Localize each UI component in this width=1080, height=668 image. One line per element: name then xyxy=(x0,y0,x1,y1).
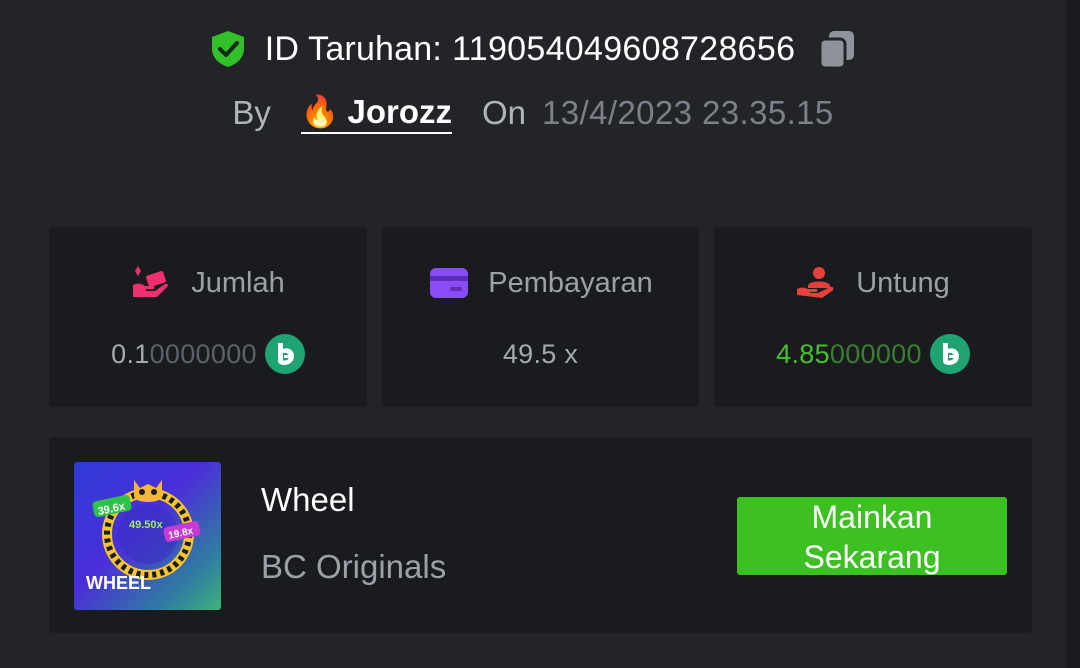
bc-coin-icon xyxy=(929,334,970,374)
payout-card-header: Pembayaran xyxy=(382,263,699,303)
amount-card: Jumlah 0.1 0000000 xyxy=(49,227,367,407)
profit-value-trailing: 000000 xyxy=(829,338,922,369)
play-button-line1: Mainkan xyxy=(811,499,933,535)
bet-hand-icon xyxy=(131,265,173,301)
amount-value-trailing: 0000000 xyxy=(149,338,257,369)
on-label: On xyxy=(481,94,527,131)
profit-label: Untung xyxy=(856,266,950,299)
payout-card: Pembayaran 49.5 x xyxy=(382,227,699,407)
bet-id-value: 119054049608728656 xyxy=(452,29,796,68)
thumb-badge-2: 49.50x xyxy=(129,519,164,531)
bc-coin-icon xyxy=(264,334,305,374)
player-name: Jorozz xyxy=(347,92,452,130)
game-panel: 39.6x 49.50x 19.8x WHEEL Wheel BC Origin… xyxy=(49,437,1032,633)
scroll-edge xyxy=(1066,0,1080,668)
payout-value-text: 49.5 x xyxy=(502,338,579,369)
bet-timestamp: 13/4/2023 23.35.15 xyxy=(542,94,834,131)
profit-hand-icon xyxy=(796,265,838,301)
amount-value-main: 0.1 xyxy=(111,338,150,369)
game-provider: BC Originals xyxy=(261,548,447,585)
amount-card-header: Jumlah xyxy=(49,263,367,303)
bet-meta-row: By 🔥 Jorozz On 13/4/2023 23.35.15 xyxy=(0,90,1066,136)
profit-value-main: 4.85 xyxy=(776,338,830,369)
payout-value: 49.5 x xyxy=(382,333,699,375)
game-thumbnail[interactable]: 39.6x 49.50x 19.8x WHEEL xyxy=(74,462,221,610)
game-title: Wheel xyxy=(261,481,355,518)
play-now-button[interactable]: Mainkan Sekarang xyxy=(737,497,1007,575)
player-link[interactable]: 🔥 Jorozz xyxy=(300,92,452,134)
by-label: By xyxy=(232,94,271,131)
amount-value: 0.1 0000000 xyxy=(49,333,367,375)
profit-card-header: Untung xyxy=(714,263,1032,303)
bet-id-label: ID Taruhan: xyxy=(264,29,443,68)
fire-icon: 🔥 xyxy=(300,94,340,129)
amount-label: Jumlah xyxy=(191,266,285,299)
profit-value: 4.85 000000 xyxy=(714,333,1032,375)
wallet-card-icon xyxy=(428,265,470,301)
play-button-line2: Sekarang xyxy=(803,539,941,575)
copy-icon[interactable] xyxy=(817,28,857,70)
profit-card: Untung 4.85 000000 xyxy=(714,227,1032,407)
thumb-title: WHEEL xyxy=(86,573,151,593)
bet-id-row: ID Taruhan: 119054049608728656 xyxy=(0,26,1066,72)
payout-label: Pembayaran xyxy=(488,266,653,299)
shield-check-icon xyxy=(209,29,247,69)
